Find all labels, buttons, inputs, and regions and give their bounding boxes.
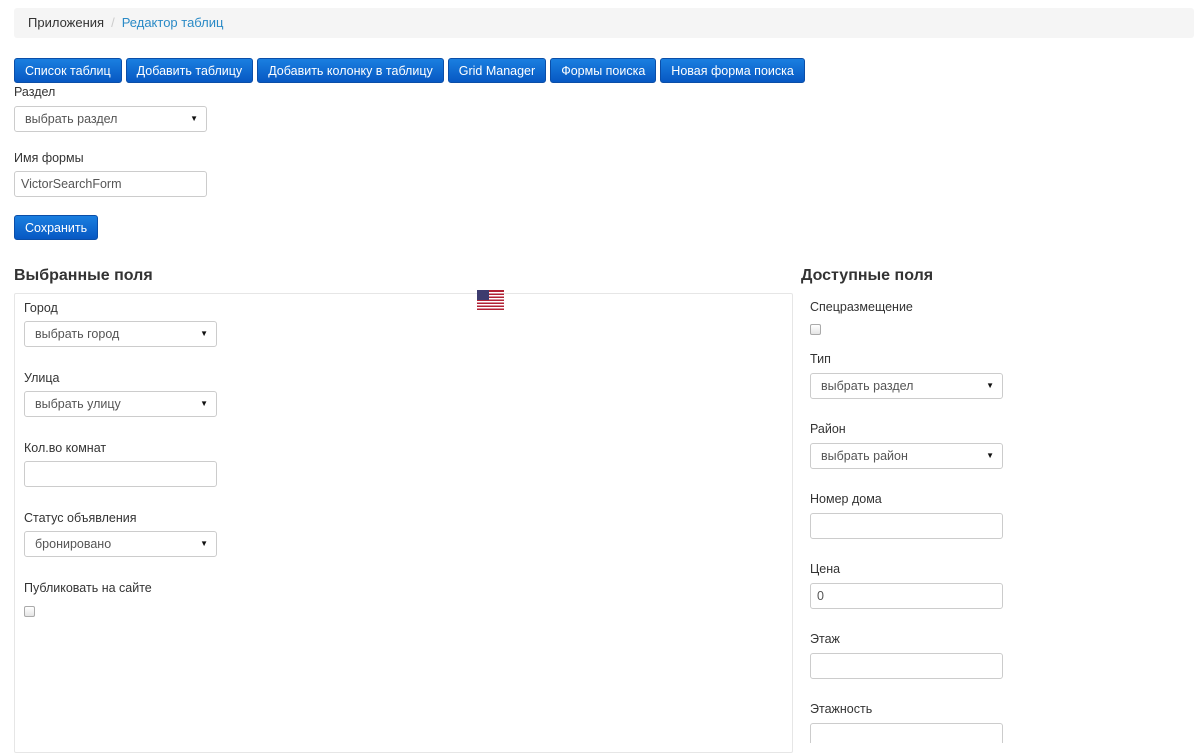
city-select-value: выбрать город (35, 327, 120, 341)
add-column-button[interactable]: Добавить колонку в таблицу (257, 58, 444, 83)
selected-fields-title: Выбранные поля (14, 267, 153, 284)
house-input[interactable] (810, 513, 1003, 539)
grid-manager-button[interactable]: Grid Manager (447, 58, 547, 83)
type-select-value: выбрать раздел (821, 379, 914, 393)
floors-input[interactable] (810, 723, 1003, 743)
table-list-button[interactable]: Список таблиц (14, 58, 122, 83)
caret-down-icon: ▼ (986, 451, 994, 460)
street-select[interactable]: выбрать улицу ▼ (24, 391, 217, 417)
save-button[interactable]: Сохранить (14, 215, 99, 240)
caret-down-icon: ▼ (200, 539, 208, 548)
publish-label: Публиковать на сайте (24, 581, 152, 595)
special-checkbox[interactable] (810, 324, 821, 335)
available-fields-title: Доступные поля (801, 267, 934, 284)
breadcrumb-current[interactable]: Редактор таблиц (122, 15, 224, 30)
form-name-label: Имя формы (14, 151, 84, 165)
city-select[interactable]: выбрать город ▼ (24, 321, 217, 347)
caret-down-icon: ▼ (200, 399, 208, 408)
form-name-input[interactable]: VictorSearchForm (14, 171, 207, 197)
status-select-value: бронировано (35, 537, 112, 551)
section-label: Раздел (14, 85, 56, 99)
status-label: Статус объявления (24, 511, 137, 525)
rooms-input[interactable] (24, 461, 217, 487)
toolbar: Список таблиц Добавить таблицу Добавить … (14, 58, 805, 83)
type-select[interactable]: выбрать раздел ▼ (810, 373, 1003, 399)
rooms-label: Кол.во комнат (24, 441, 107, 455)
street-select-value: выбрать улицу (35, 397, 121, 411)
caret-down-icon: ▼ (190, 114, 198, 123)
search-forms-button[interactable]: Формы поиска (550, 58, 657, 83)
special-label: Спецразмещение (810, 300, 913, 314)
breadcrumb-root[interactable]: Приложения (28, 15, 104, 30)
city-label: Город (24, 301, 58, 315)
section-select[interactable]: выбрать раздел ▼ (14, 106, 207, 132)
price-input[interactable]: 0 (810, 583, 1003, 609)
breadcrumb: Приложения / Редактор таблиц (14, 8, 1194, 38)
floors-label: Этажность (810, 702, 873, 716)
section-select-value: выбрать раздел (25, 112, 118, 126)
status-select[interactable]: бронировано ▼ (24, 531, 217, 557)
house-label: Номер дома (810, 492, 882, 506)
district-select-value: выбрать район (821, 449, 908, 463)
street-label: Улица (24, 371, 60, 385)
caret-down-icon: ▼ (986, 381, 994, 390)
breadcrumb-separator: / (111, 15, 115, 30)
type-label: Тип (810, 352, 831, 366)
caret-down-icon: ▼ (200, 329, 208, 338)
add-table-button[interactable]: Добавить таблицу (125, 58, 254, 83)
floor-input[interactable] (810, 653, 1003, 679)
floor-label: Этаж (810, 632, 840, 646)
district-select[interactable]: выбрать район ▼ (810, 443, 1003, 469)
district-label: Район (810, 422, 846, 436)
publish-checkbox[interactable] (24, 606, 35, 617)
price-label: Цена (810, 562, 841, 576)
us-flag-icon[interactable] (477, 290, 504, 310)
new-search-form-button[interactable]: Новая форма поиска (660, 58, 805, 83)
